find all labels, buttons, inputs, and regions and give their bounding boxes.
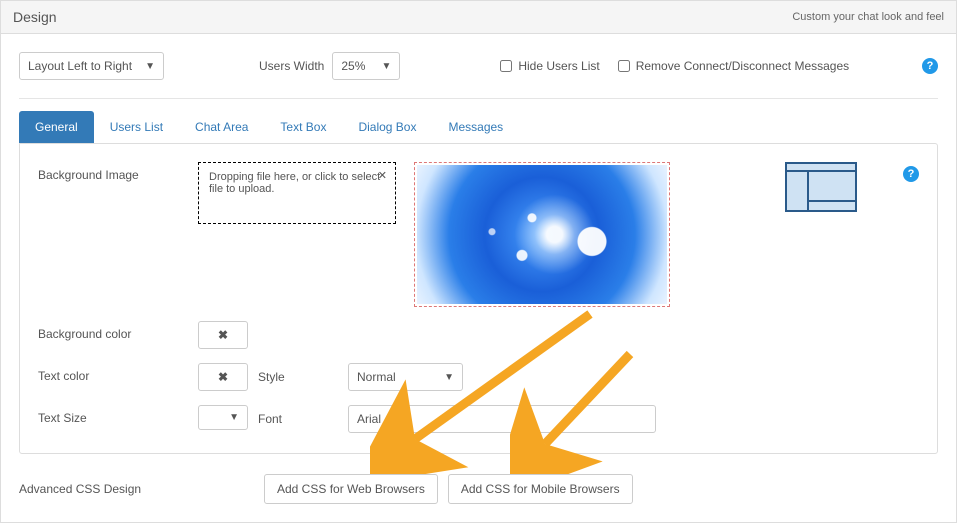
tab-dialog-box[interactable]: Dialog Box [342,111,432,143]
users-width-group: Users Width 25% ▼ [259,52,400,80]
text-color-picker[interactable]: ✖ [198,363,248,391]
advanced-css-row: Advanced CSS Design Add CSS for Web Brow… [19,458,938,504]
text-size-label: Text Size [38,405,188,425]
help-icon[interactable]: ? [903,166,919,182]
font-label: Font [258,412,338,426]
add-css-web-button[interactable]: Add CSS for Web Browsers [264,474,438,504]
tab-chat-area[interactable]: Chat Area [179,111,264,143]
advanced-css-label: Advanced CSS Design [19,482,254,496]
tab-general[interactable]: General [19,111,94,143]
layout-select-value: Layout Left to Right [28,59,132,73]
design-panel: Design Custom your chat look and feel La… [0,0,957,523]
preview-image [417,165,667,304]
tab-messages[interactable]: Messages [432,111,519,143]
font-input[interactable] [348,405,656,433]
text-color-row: Text color ✖ Style Normal ▼ [38,363,919,391]
caret-icon: ▼ [229,412,239,423]
hide-users-checkbox[interactable]: Hide Users List [500,59,599,73]
panel-subtitle: Custom your chat look and feel [792,11,944,23]
users-width-label: Users Width [259,59,324,73]
remove-connect-label: Remove Connect/Disconnect Messages [636,59,849,73]
bg-image-preview [414,162,670,307]
caret-icon: ▼ [444,372,454,383]
bg-color-picker[interactable]: ✖ [198,321,248,349]
style-value: Normal [357,370,396,384]
checkbox-group: Hide Users List Remove Connect/Disconnec… [500,59,849,73]
top-options-row: Layout Left to Right ▼ Users Width 25% ▼… [19,52,938,99]
bg-color-label: Background color [38,321,188,341]
style-select[interactable]: Normal ▼ [348,363,463,391]
remove-connect-checkbox[interactable]: Remove Connect/Disconnect Messages [618,59,849,73]
text-color-label: Text color [38,363,188,383]
hide-users-input[interactable] [500,60,512,72]
font-group: Font [258,405,656,433]
layout-preview-thumb [785,162,857,212]
panel-title: Design [13,9,57,25]
panel-header: Design Custom your chat look and feel [1,1,956,34]
text-size-row: Text Size ▼ Font [38,405,919,433]
layout-select[interactable]: Layout Left to Right ▼ [19,52,164,80]
help-icon[interactable]: ? [922,58,938,74]
hide-users-label: Hide Users List [518,59,599,73]
tab-content-general: ? Background Image Dropping file here, o… [19,143,938,454]
users-width-value: 25% [341,59,365,73]
dropzone-text: Dropping file here, or click to select f… [209,171,380,195]
tab-users-list[interactable]: Users List [94,111,179,143]
style-label: Style [258,370,338,384]
panel-body: Layout Left to Right ▼ Users Width 25% ▼… [1,34,956,522]
bg-image-label: Background Image [38,162,188,182]
caret-icon: ▼ [145,61,155,72]
remove-connect-input[interactable] [618,60,630,72]
bg-color-row: Background color ✖ [38,321,919,349]
tabs: General Users List Chat Area Text Box Di… [19,111,938,143]
text-size-select[interactable]: ▼ [198,405,248,430]
close-icon[interactable]: ✕ [378,169,387,182]
add-css-mobile-button[interactable]: Add CSS for Mobile Browsers [448,474,633,504]
style-group: Style Normal ▼ [258,363,463,391]
caret-icon: ▼ [381,61,391,72]
tab-text-box[interactable]: Text Box [264,111,342,143]
file-dropzone[interactable]: Dropping file here, or click to select f… [198,162,396,224]
users-width-select[interactable]: 25% ▼ [332,52,400,80]
